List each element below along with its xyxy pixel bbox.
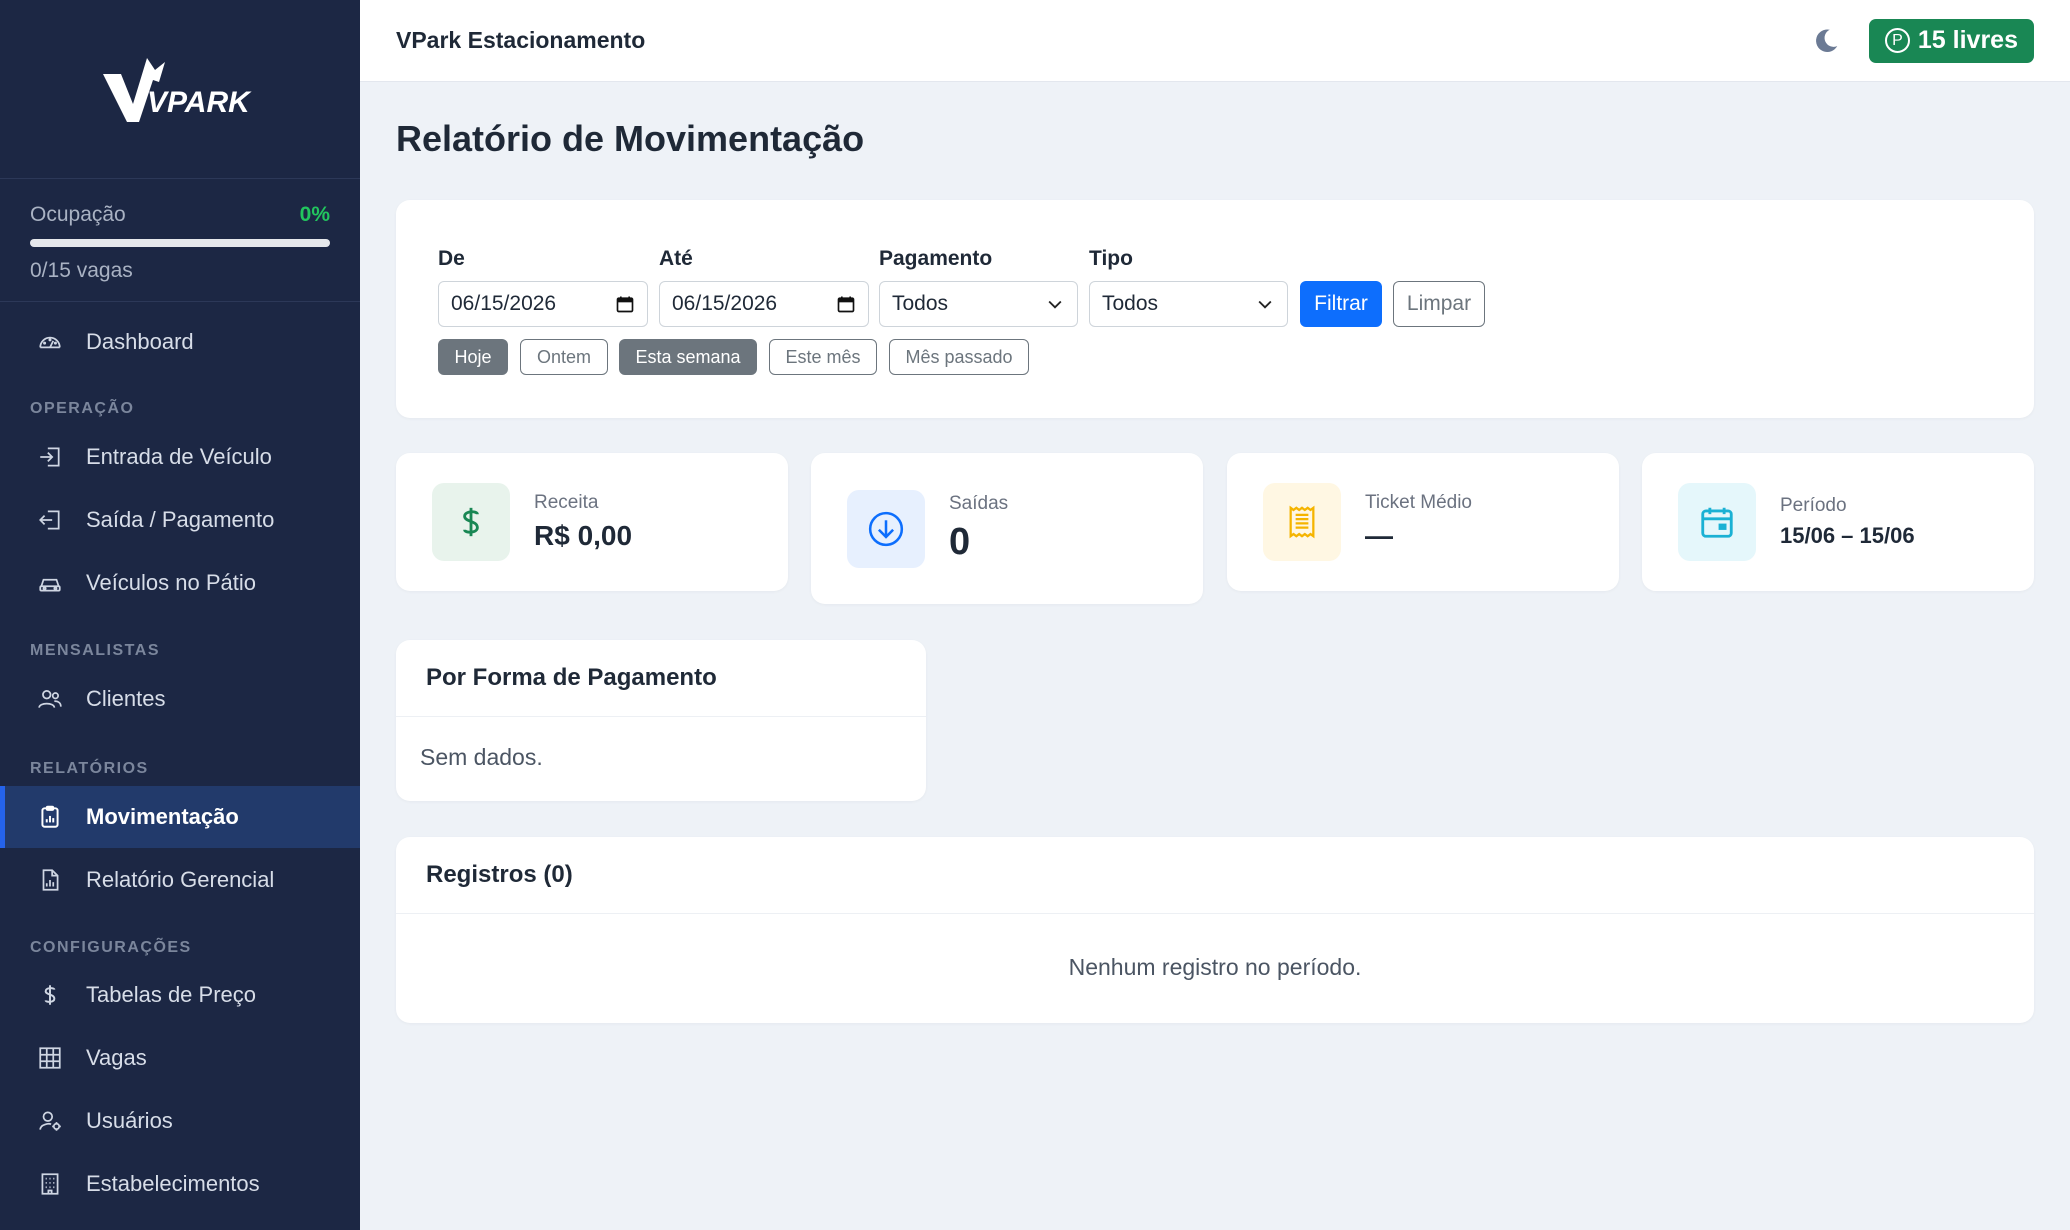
- payment-select-value: Todos: [892, 292, 949, 315]
- section-configuracoes: CONFIGURAÇÕES: [30, 939, 192, 956]
- calendar-icon: [837, 296, 855, 313]
- sidebar-item-clientes[interactable]: Clientes: [0, 668, 360, 730]
- empty-message: Nenhum registro no período.: [1068, 954, 1362, 980]
- chip-mes-passado[interactable]: Mês passado: [889, 339, 1029, 375]
- sidebar-item-saida[interactable]: Saída / Pagamento: [0, 489, 360, 551]
- user-gear-icon: [36, 1107, 64, 1135]
- type-select[interactable]: Todos: [1089, 281, 1288, 327]
- from-date-value: 06/15/2026: [451, 292, 557, 315]
- stat-card-ticket-medio: Ticket Médio —: [1227, 453, 1619, 591]
- sidebar-item-label: Vagas: [86, 1045, 147, 1070]
- occupancy-label: Ocupação: [30, 203, 126, 226]
- stat-value: —: [1365, 520, 1393, 551]
- sidebar-item-entrada[interactable]: Entrada de Veículo: [0, 426, 360, 488]
- chip-hoje[interactable]: Hoje: [438, 339, 508, 375]
- topbar: VPark Estacionamento P 15 livres: [360, 0, 2070, 82]
- sign-out-icon: [36, 506, 64, 534]
- chevron-down-icon: [1048, 300, 1062, 309]
- section-mensalistas: MENSALISTAS: [30, 642, 160, 659]
- filter-card: De 06/15/2026 Até 06/15/2026 Pagamento T…: [396, 200, 2034, 418]
- sidebar-item-dashboard[interactable]: Dashboard: [0, 311, 360, 373]
- sign-in-icon: [36, 443, 64, 471]
- to-date-input[interactable]: 06/15/2026: [659, 281, 869, 327]
- sidebar-item-tabelas[interactable]: Tabelas de Preço: [0, 964, 360, 1026]
- chip-este-mes[interactable]: Este mês: [769, 339, 877, 375]
- stat-card-periodo: Período 15/06 – 15/06: [1642, 453, 2034, 591]
- dollar-icon: [36, 981, 64, 1009]
- empty-message: Sem dados.: [420, 744, 543, 770]
- sidebar-item-label: Entrada de Veículo: [86, 444, 272, 469]
- to-label: Até: [659, 247, 693, 270]
- payment-method-panel: Por Forma de Pagamento Sem dados.: [396, 640, 926, 801]
- type-label: Tipo: [1089, 247, 1133, 270]
- sidebar-item-label: Relatório Gerencial: [86, 867, 275, 892]
- from-date-input[interactable]: 06/15/2026: [438, 281, 648, 327]
- sidebar-item-veiculos[interactable]: Veículos no Pátio: [0, 552, 360, 614]
- from-label: De: [438, 247, 465, 270]
- sidebar-item-relatorio-gerencial[interactable]: Relatório Gerencial: [0, 849, 360, 911]
- grid-icon: [36, 1044, 64, 1072]
- moon-icon[interactable]: [1811, 26, 1841, 56]
- payment-select[interactable]: Todos: [879, 281, 1078, 327]
- car-icon: [36, 569, 64, 597]
- receipt-icon: [1263, 483, 1341, 561]
- free-spots-badge: P 15 livres: [1868, 18, 2034, 63]
- stat-label: Saídas: [949, 493, 1009, 514]
- app-title: VPark Estacionamento: [396, 27, 646, 53]
- stat-label: Ticket Médio: [1365, 492, 1472, 513]
- panel-title: Por Forma de Pagamento: [396, 640, 926, 717]
- stat-value: 15/06 – 15/06: [1780, 523, 1915, 548]
- chevron-down-icon: [1258, 300, 1272, 309]
- sidebar-item-movimentacao[interactable]: Movimentação: [0, 786, 360, 848]
- stat-value: R$ 0,00: [534, 520, 633, 551]
- gauge-icon: [36, 328, 64, 356]
- stat-card-saidas: Saídas 0: [811, 453, 1203, 604]
- occupancy-panel: Ocupação 0% 0/15 vagas: [0, 179, 360, 302]
- stat-label: Receita: [534, 492, 599, 513]
- sidebar-item-label: Usuários: [86, 1108, 173, 1133]
- section-relatorios: RELATÓRIOS: [30, 760, 149, 777]
- vpark-logo-icon: VPARK: [103, 58, 252, 122]
- calendar-icon: [616, 296, 634, 313]
- occupancy-bar: [30, 239, 330, 247]
- page-title: Relatório de Movimentação: [396, 118, 865, 159]
- building-icon: [36, 1170, 64, 1198]
- svg-text:VPARK: VPARK: [147, 86, 252, 119]
- clear-button[interactable]: Limpar: [1393, 281, 1485, 327]
- stat-value: 0: [949, 521, 971, 563]
- occupancy-percent: 0%: [299, 203, 330, 226]
- calendar-icon: [1678, 483, 1756, 561]
- logo[interactable]: VPARK: [0, 0, 360, 179]
- sidebar-item-vagas[interactable]: Vagas: [0, 1027, 360, 1089]
- sidebar-item-label: Estabelecimentos: [86, 1171, 260, 1196]
- users-icon: [36, 685, 64, 713]
- sidebar-item-label: Tabelas de Preço: [86, 982, 256, 1007]
- occupancy-count: 0/15 vagas: [30, 259, 133, 282]
- filter-button[interactable]: Filtrar: [1300, 281, 1382, 327]
- arrow-down-circle-icon: [847, 489, 925, 568]
- dollar-icon: [432, 483, 510, 561]
- sidebar: VPARK Ocupação 0% 0/15 vagas Dashboard O…: [0, 0, 360, 1230]
- sidebar-item-estabelecimentos[interactable]: Estabelecimentos: [0, 1153, 360, 1215]
- sidebar-item-label: Movimentação: [86, 804, 239, 829]
- to-date-value: 06/15/2026: [672, 292, 778, 315]
- stat-label: Período: [1780, 495, 1847, 516]
- records-panel: Registros (0) Nenhum registro no período…: [396, 837, 2034, 1023]
- clipboard-chart-icon: [36, 803, 64, 831]
- sidebar-item-label: Clientes: [86, 686, 166, 711]
- sidebar-item-label: Dashboard: [86, 329, 194, 354]
- sidebar-item-usuarios[interactable]: Usuários: [0, 1090, 360, 1152]
- free-spots-text: 15 livres: [1917, 26, 2018, 54]
- parking-icon: P: [1884, 28, 1910, 53]
- chip-ontem[interactable]: Ontem: [520, 339, 608, 375]
- section-operacao: OPERAÇÃO: [30, 400, 135, 417]
- file-chart-icon: [36, 866, 64, 894]
- type-select-value: Todos: [1102, 292, 1159, 315]
- stat-card-receita: Receita R$ 0,00: [396, 453, 788, 591]
- panel-title: Registros (0): [396, 837, 2034, 914]
- sidebar-item-label: Veículos no Pátio: [86, 570, 257, 595]
- payment-label: Pagamento: [879, 247, 993, 270]
- sidebar-item-label: Saída / Pagamento: [86, 507, 275, 532]
- chip-esta-semana[interactable]: Esta semana: [619, 339, 757, 375]
